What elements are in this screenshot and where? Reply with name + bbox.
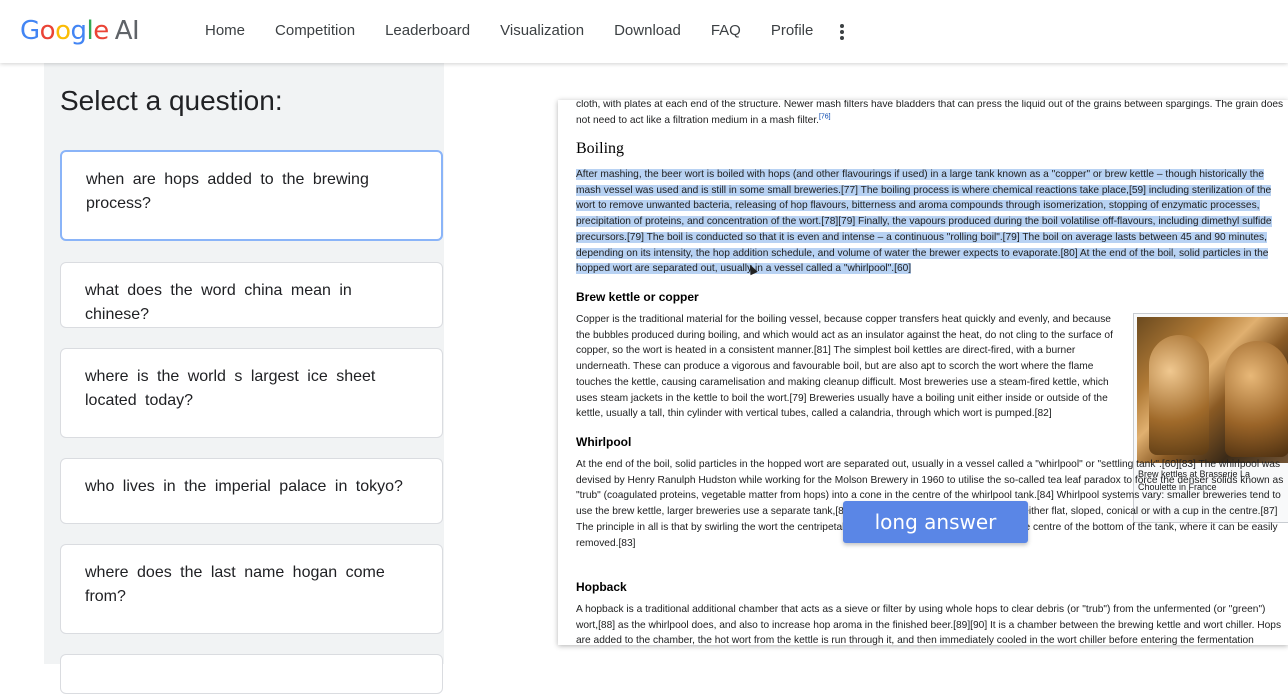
doc-text: cloth, with plates at each end of the st… [576,100,1284,126]
question-card-5[interactable]: where does the last name hogan come from… [60,544,443,634]
question-text: where does the last name hogan come from… [85,564,385,605]
logo-letter: o [55,16,71,46]
heading-whirlpool: Whirlpool [576,435,632,449]
nav-profile[interactable]: Profile [771,22,814,39]
question-card-4[interactable]: who lives in the imperial palace in toky… [60,458,443,524]
question-card-1[interactable]: when are hops added to the brewing proce… [60,150,443,241]
question-card-3[interactable]: where is the world s largest ice sheet l… [60,348,443,438]
question-text: who lives in the imperial palace in toky… [85,478,403,495]
main-nav: Home Competition Leaderboard Visualizati… [205,22,843,39]
highlighted-answer: After mashing, the beer wort is boiled w… [576,169,1272,275]
heading-brew-kettle: Brew kettle or copper [576,290,699,304]
logo-letter: G [20,16,40,46]
long-answer-label: long answer [843,501,1028,543]
question-text: when are hops added to the brewing proce… [86,171,369,212]
doc-paragraph: Copper is the traditional material for t… [576,312,1116,422]
top-header: Google AI Home Competition Leaderboard Vi… [0,0,1288,63]
logo-letter: e [93,16,109,46]
logo-suffix: AI [114,16,140,46]
question-sidebar: Select a question: when are hops added t… [44,63,444,694]
nav-visualization[interactable]: Visualization [500,22,584,39]
doc-text: A hopback is a traditional additional ch… [576,604,1282,645]
nav-competition[interactable]: Competition [275,22,355,39]
google-ai-logo[interactable]: Google AI [20,16,140,46]
question-card-2[interactable]: what does the word china mean in chinese… [60,262,443,328]
long-answer-paragraph[interactable]: After mashing, the beer wort is boiled w… [576,167,1288,277]
citation: [76] [818,113,831,121]
question-text: where is the world s largest ice sheet l… [85,368,376,409]
nav-leaderboard[interactable]: Leaderboard [385,22,470,39]
heading-hopback: Hopback [576,580,627,594]
doc-paragraph: cloth, with plates at each end of the st… [576,100,1288,128]
heading-boiling: Boiling [576,140,625,157]
brew-kettles-image [1137,317,1288,463]
nav-home[interactable]: Home [205,22,245,39]
doc-text: Copper is the traditional material for t… [576,314,1113,420]
nav-faq[interactable]: FAQ [711,22,741,39]
doc-paragraph: A hopback is a traditional additional ch… [576,602,1288,645]
logo-letter: g [70,16,88,46]
question-card-6[interactable] [60,654,443,694]
wikipedia-document-view: cloth, with plates at each end of the st… [558,100,1288,645]
question-text: what does the word china mean in chinese… [85,282,352,323]
nav-download[interactable]: Download [614,22,681,39]
logo-letter: o [39,16,56,46]
more-vert-icon[interactable] [838,24,846,42]
select-question-title: Select a question: [60,85,283,116]
